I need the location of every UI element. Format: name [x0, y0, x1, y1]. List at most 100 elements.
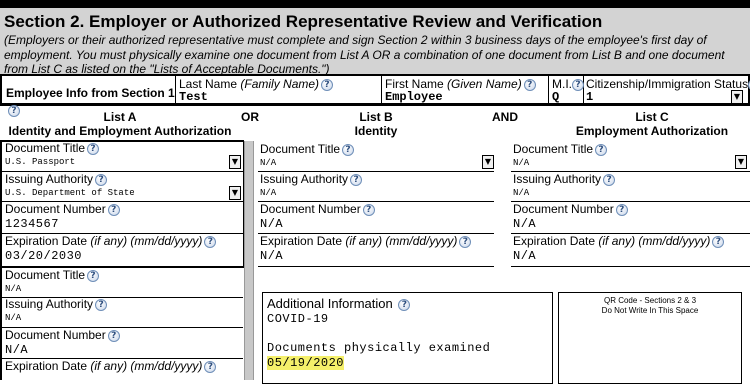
doc-title-label: Document Title — [513, 142, 594, 156]
issuing-authority-label: Issuing Authority — [5, 297, 94, 311]
doc-title-label: Document Title — [5, 141, 86, 155]
first-name-cell: First Name (Given Name)? Employee — [382, 76, 549, 104]
help-icon[interactable]: ? — [615, 203, 628, 216]
help-icon[interactable]: ? — [712, 235, 725, 248]
expiration-hint: (if any) (mm/dd/yyyy) — [90, 359, 203, 373]
list-a-header: List A Identity and Employment Authoriza… — [6, 110, 234, 138]
additional-info-line-2: Documents physically examined — [267, 341, 491, 355]
chevron-down-icon[interactable]: ▼ — [229, 155, 241, 169]
list-b-expiration: Expiration Date (if any) (mm/dd/yyyy)? N… — [260, 234, 494, 263]
additional-information-box[interactable]: Additional Information ? COVID-19 Docume… — [262, 292, 553, 384]
additional-info-line-1: COVID-19 — [267, 312, 329, 326]
issuing-authority-label: Issuing Authority — [260, 172, 349, 186]
list-c-subtitle: Employment Authorization — [575, 124, 729, 138]
list-a-subtitle: Identity and Employment Authorization — [8, 124, 232, 138]
and-label: AND — [492, 110, 518, 124]
list-a-issuing: Issuing Authority? U.S. Department of St… — [5, 172, 241, 200]
chevron-down-icon[interactable]: ▼ — [482, 155, 494, 169]
citizenship-status-cell: Citizenship/Immigration Status? 1 ▼ — [584, 76, 750, 104]
list-c-doc-title: Document Title? N/A ▼ — [513, 142, 747, 169]
list-b-title: List B — [359, 110, 393, 124]
help-icon[interactable]: ? — [87, 269, 100, 282]
or-label: OR — [241, 110, 259, 124]
section-instructions: (Employers or their authorized represent… — [4, 33, 725, 76]
help-icon[interactable]: ? — [204, 360, 217, 373]
list-b-doc-number-field[interactable]: N/A — [260, 217, 494, 231]
help-icon[interactable]: ? — [603, 173, 616, 186]
list-b-subtitle: Identity — [354, 124, 398, 138]
list-c-expiration-field[interactable]: N/A — [513, 249, 747, 263]
help-icon[interactable]: ? — [95, 298, 108, 311]
middle-initial-label: M.I. — [552, 77, 572, 91]
list-b-expiration-field[interactable]: N/A — [260, 249, 494, 263]
help-icon[interactable]: ? — [523, 78, 536, 91]
list-c-doc-number: Document Number? N/A — [513, 202, 747, 231]
help-icon[interactable]: ? — [342, 143, 355, 156]
list-a2-expiration: Expiration Date (if any) (mm/dd/yyyy)? — [5, 359, 241, 373]
help-icon[interactable]: ? — [321, 78, 334, 91]
section-title: Section 2. Employer or Authorized Repres… — [4, 12, 603, 31]
issuing-authority-label: Issuing Authority — [5, 172, 94, 186]
help-icon[interactable]: ? — [95, 173, 108, 186]
expiration-hint: (if any) (mm/dd/yyyy) — [598, 234, 711, 248]
help-icon[interactable]: ? — [350, 173, 363, 186]
expiration-hint: (if any) (mm/dd/yyyy) — [90, 234, 203, 248]
list-b-issuing: Issuing Authority? N/A — [260, 172, 494, 199]
first-name-field[interactable]: Employee — [385, 91, 548, 104]
list-c-expiration: Expiration Date (if any) (mm/dd/yyyy)? N… — [513, 234, 747, 263]
help-icon[interactable]: ? — [204, 235, 217, 248]
help-icon[interactable]: ? — [572, 78, 584, 91]
expiration-label: Expiration Date — [5, 234, 88, 248]
help-icon[interactable]: ? — [107, 203, 120, 216]
list-b-doc-title-select[interactable]: N/A — [260, 157, 494, 169]
expiration-label: Expiration Date — [5, 359, 88, 373]
citizenship-status-field[interactable]: 1 — [586, 91, 748, 104]
list-c-doc-number-field[interactable]: N/A — [513, 217, 747, 231]
middle-initial-field[interactable]: Q — [552, 91, 583, 104]
qr-line-1: QR Code - Sections 2 & 3 — [603, 296, 697, 305]
help-icon[interactable]: ? — [398, 298, 411, 311]
doc-number-label: Document Number — [5, 328, 106, 342]
list-b-issuing-field[interactable]: N/A — [260, 187, 494, 199]
list-a-expiration-field[interactable]: 03/20/2030 — [5, 249, 241, 263]
section-header: Section 2. Employer or Authorized Repres… — [0, 8, 750, 76]
employee-info-label-cell: Employee Info from Section 1? — [0, 76, 176, 117]
list-a-doc-title: Document Title? U.S. Passport ▼ — [5, 141, 241, 169]
list-a-issuing-select[interactable]: U.S. Department of State — [5, 187, 241, 199]
help-icon[interactable]: ? — [107, 329, 120, 342]
help-icon[interactable]: ? — [459, 235, 472, 248]
list-b-doc-number: Document Number? N/A — [260, 202, 494, 231]
top-rule — [0, 0, 750, 8]
list-c-issuing-field[interactable]: N/A — [513, 187, 747, 199]
citizenship-status-label: Citizenship/Immigration Status — [586, 77, 749, 91]
doc-title-label: Document Title — [260, 142, 341, 156]
middle-initial-cell: M.I.? Q — [549, 76, 584, 104]
list-c-doc-title-select[interactable]: N/A — [513, 157, 747, 169]
list-a2-issuing: Issuing Authority? N/A — [5, 297, 241, 324]
list-a2-doc-title-field[interactable]: N/A — [5, 283, 241, 295]
examined-date: 05/19/2020 — [267, 356, 345, 370]
doc-number-label: Document Number — [5, 202, 106, 216]
list-a-title: List A — [103, 110, 137, 124]
i9-section2-form: Section 2. Employer or Authorized Repres… — [0, 0, 750, 384]
list-a-doc-title-select[interactable]: U.S. Passport — [5, 156, 241, 168]
employee-info-row: Employee Info from Section 1? Last Name … — [0, 76, 750, 117]
list-a2-issuing-field[interactable]: N/A — [5, 312, 241, 324]
help-icon[interactable]: ? — [87, 142, 100, 155]
list-c-header: List C Employment Authorization — [560, 110, 744, 138]
help-icon[interactable]: ? — [362, 203, 375, 216]
list-a-left-border — [0, 140, 2, 380]
last-name-field[interactable]: Test — [179, 91, 381, 104]
expiration-label: Expiration Date — [513, 234, 596, 248]
chevron-down-icon[interactable]: ▼ — [229, 186, 241, 200]
chevron-down-icon[interactable]: ▼ — [731, 90, 743, 104]
list-a-doc-number-field[interactable]: 1234567 — [5, 217, 241, 231]
chevron-down-icon[interactable]: ▼ — [735, 155, 747, 169]
additional-information-title: Additional Information — [267, 296, 393, 311]
doc-title-label: Document Title — [5, 268, 86, 282]
qr-line-2: Do Not Write In This Space — [601, 306, 699, 315]
scrollbar[interactable] — [244, 141, 254, 380]
help-icon[interactable]: ? — [595, 143, 608, 156]
first-name-label: First Name — [385, 77, 444, 91]
list-a2-doc-number-field[interactable]: N/A — [5, 343, 241, 357]
